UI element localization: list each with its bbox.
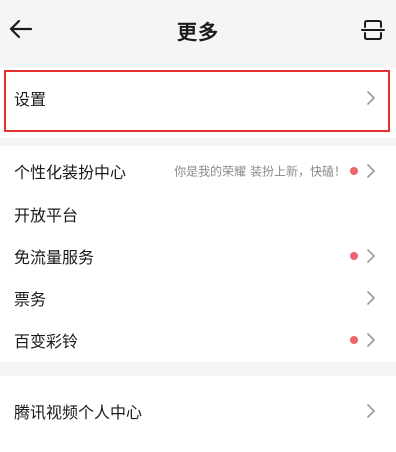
menu-item-label: 免流量服务: [14, 248, 95, 267]
menu-section: 个性化装扮中心 你是我的荣耀 装扮上新，快磕！ 开放平台 免流量服务 票务 百变…: [0, 146, 396, 362]
menu-item-tencent-video[interactable]: 腾讯视频个人中心: [0, 390, 396, 432]
menu-item-label: 个性化装扮中心: [14, 163, 127, 182]
menu-item-tickets[interactable]: 票务: [0, 277, 396, 319]
notification-dot: [350, 252, 358, 260]
menu-item-open-platform[interactable]: 开放平台: [0, 193, 396, 235]
chevron-right-icon: [367, 333, 375, 347]
scan-icon: [361, 20, 385, 40]
settings-label: 设置: [14, 90, 47, 109]
menu-item-free-data[interactable]: 免流量服务: [0, 235, 396, 277]
menu-item-ringtones[interactable]: 百变彩铃: [0, 319, 396, 361]
header-bar: 更多: [0, 0, 396, 58]
page-title: 更多: [177, 20, 219, 44]
menu-item-label: 百变彩铃: [14, 332, 79, 351]
menu-item-subtitle: 你是我的荣耀 装扮上新，快磕！: [174, 164, 346, 179]
chevron-right-icon: [367, 91, 375, 105]
notification-dot: [350, 167, 358, 175]
chevron-right-icon: [367, 249, 375, 263]
menu-item-label: 票务: [14, 290, 47, 309]
account-section: 腾讯视频个人中心: [0, 376, 396, 452]
notification-dot: [350, 336, 358, 344]
menu-item-label: 腾讯视频个人中心: [14, 403, 143, 422]
settings-section: 设置: [0, 68, 396, 138]
chevron-right-icon: [367, 291, 375, 305]
chevron-right-icon: [367, 164, 375, 178]
menu-item-label: 开放平台: [14, 206, 79, 225]
menu-item-personalization[interactable]: 个性化装扮中心 你是我的荣耀 装扮上新，快磕！: [0, 150, 396, 192]
chevron-right-icon: [367, 404, 375, 418]
settings-row[interactable]: 设置: [0, 76, 396, 120]
scan-button[interactable]: [358, 16, 388, 44]
